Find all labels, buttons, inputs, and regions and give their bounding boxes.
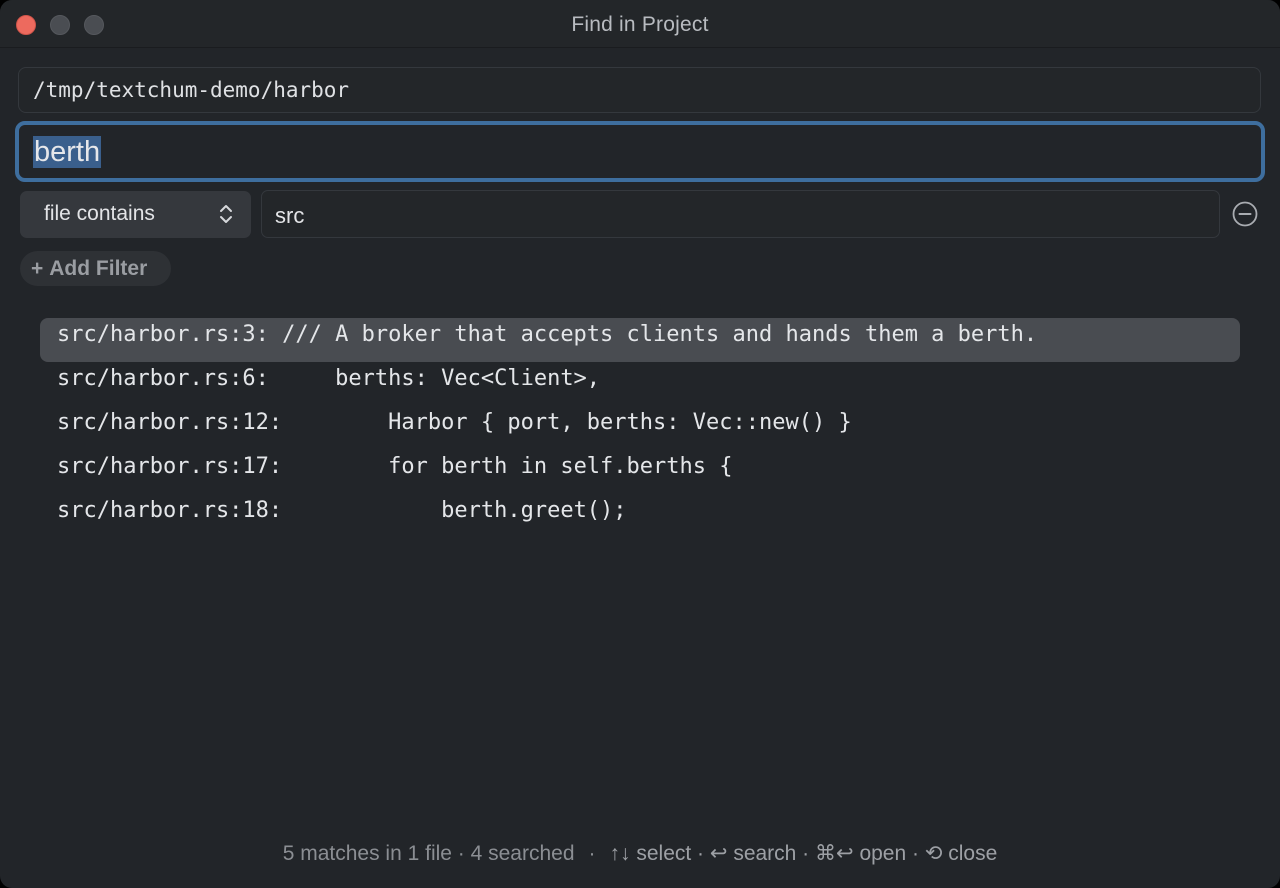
result-row[interactable]: src/harbor.rs:17: for berth in self.bert… [40, 450, 1240, 494]
result-row[interactable]: src/harbor.rs:12: Harbor { port, berths:… [40, 406, 1240, 450]
window-title: Find in Project [571, 13, 709, 36]
result-file-ref: src/harbor.rs:18: [57, 498, 283, 523]
chevron-up-down-icon [220, 205, 232, 223]
result-file-ref: src/harbor.rs:17: [57, 454, 283, 479]
results-list: src/harbor.rs:3: /// A broker that accep… [40, 318, 1240, 538]
result-line-text: Harbor { port, berths: Vec::new() } [282, 410, 852, 435]
filter-value-input[interactable]: src [261, 190, 1220, 238]
result-row[interactable]: src/harbor.rs:6: berths: Vec<Client>, [40, 362, 1240, 406]
status-separator: · [588, 842, 596, 865]
status-bar: 5 matches in 1 file · 4 searched · ↑↓ sele… [0, 841, 1280, 866]
result-line-text: berths: Vec<Client>, [268, 366, 601, 391]
search-query-text: berth [33, 136, 102, 168]
result-line-text: berth.greet(); [282, 498, 627, 523]
match-summary: 5 matches in 1 file · 4 searched [282, 842, 575, 865]
search-query-input[interactable]: berth [15, 121, 1265, 182]
result-row[interactable]: src/harbor.rs:18: berth.greet(); [40, 494, 1240, 538]
add-filter-label: Add Filter [49, 257, 148, 280]
result-line-text: /// A broker that accepts clients and ha… [268, 322, 1038, 347]
result-row[interactable]: src/harbor.rs:3: /// A broker that accep… [40, 318, 1240, 362]
filter-type-select[interactable]: file contains [20, 191, 251, 238]
find-in-project-window: Find in Project /tmp/textchum-demo/harbo… [0, 0, 1280, 888]
result-line-text: for berth in self.berths { [282, 454, 733, 479]
project-path-field[interactable]: /tmp/textchum-demo/harbor [18, 67, 1261, 113]
remove-filter-icon[interactable] [1232, 201, 1258, 227]
plus-icon: + [31, 257, 44, 280]
title-bar: Find in Project [0, 0, 1280, 48]
keyboard-hints: ↑↓ select · ↩ search · ⌘↩ open · ⟲ close [609, 842, 998, 865]
result-file-ref: src/harbor.rs:6: [57, 366, 269, 391]
result-file-ref: src/harbor.rs:3: [57, 322, 269, 347]
result-file-ref: src/harbor.rs:12: [57, 410, 283, 435]
filter-type-label: file contains [44, 202, 155, 225]
add-filter-button[interactable]: + Add Filter [20, 251, 171, 286]
